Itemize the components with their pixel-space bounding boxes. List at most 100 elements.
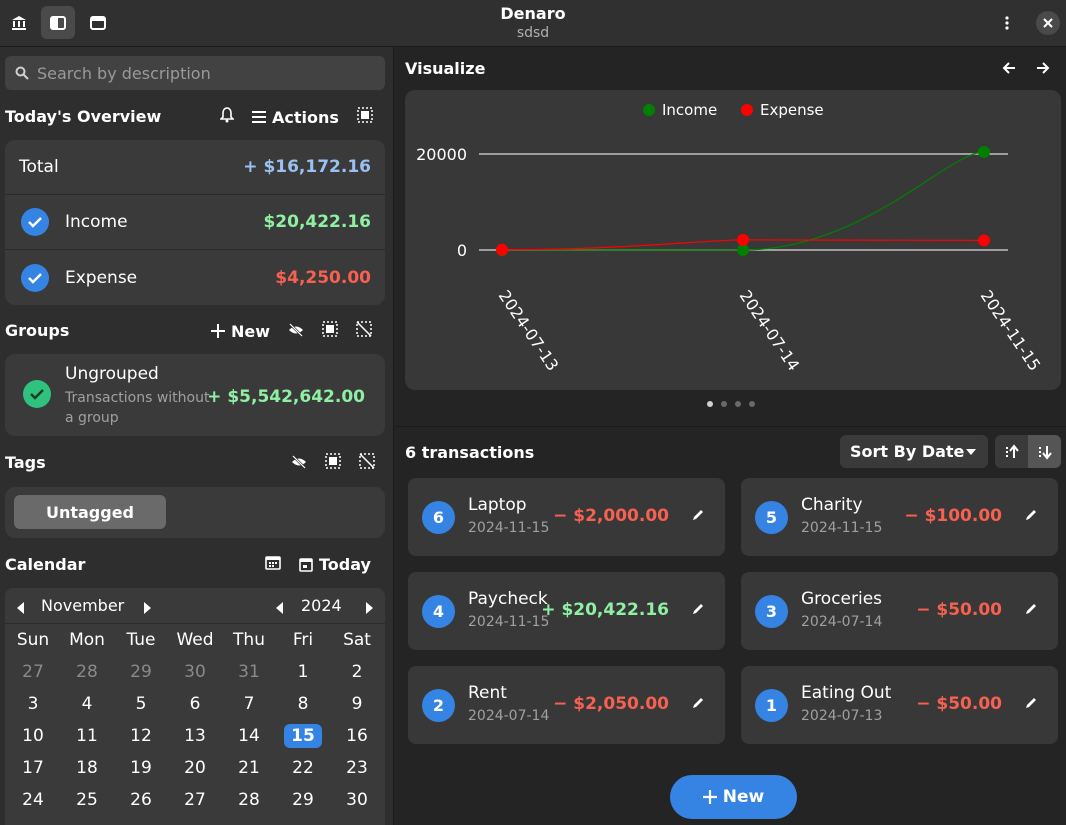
calendar-day[interactable]: 27: [6, 656, 60, 688]
calendar-day[interactable]: 5: [114, 688, 168, 720]
new-transaction-button[interactable]: New: [670, 775, 797, 819]
calendar-day[interactable]: 10: [6, 720, 60, 752]
groups-title: Groups: [5, 321, 70, 340]
income-checkbox[interactable]: [21, 208, 49, 236]
calendar-day[interactable]: 8: [276, 688, 330, 720]
edit-icon[interactable]: [1024, 507, 1038, 526]
actions-button[interactable]: Actions: [252, 108, 339, 127]
calendar-tools: Today: [265, 555, 371, 574]
today-button[interactable]: Today: [299, 555, 371, 574]
calendar-today-icon: [299, 557, 313, 572]
calendar-icon[interactable]: [265, 555, 281, 574]
calendar-day[interactable]: 25: [60, 784, 114, 816]
select-all-icon[interactable]: [357, 107, 373, 127]
calendar-day[interactable]: 7: [222, 688, 276, 720]
edit-icon[interactable]: [691, 695, 705, 714]
page-dot[interactable]: [720, 401, 727, 407]
calendar-day[interactable]: 9: [330, 688, 384, 720]
new-group-button[interactable]: New: [211, 322, 270, 341]
deselect-all-icon[interactable]: [359, 453, 375, 473]
calendar-day[interactable]: 20: [168, 752, 222, 784]
transaction-name: Rent: [468, 683, 507, 703]
edit-icon[interactable]: [1024, 601, 1038, 620]
selected-day-label: 15: [284, 724, 322, 748]
search-input[interactable]: Search by description: [5, 56, 385, 90]
actions-label: Actions: [272, 107, 339, 127]
calendar-day[interactable]: 4: [60, 688, 114, 720]
calendar-day[interactable]: 29: [276, 784, 330, 816]
arrow-left-icon[interactable]: [1002, 60, 1016, 79]
select-all-icon[interactable]: [325, 453, 341, 473]
select-all-icon[interactable]: [322, 321, 338, 341]
sort-descending-button[interactable]: [1028, 435, 1061, 468]
page-dot[interactable]: [748, 401, 755, 407]
group-card-ungrouped[interactable]: Ungrouped Transactions without a group +…: [5, 354, 385, 436]
transaction-card[interactable]: 2 Rent 2024-07-14 − $2,050.00: [408, 666, 725, 744]
calendar-day[interactable]: 28: [222, 784, 276, 816]
expense-amount: $4,250.00: [275, 267, 371, 288]
transaction-name: Laptop: [468, 495, 527, 515]
calendar-day[interactable]: 30: [330, 784, 384, 816]
calendar-day[interactable]: 31: [222, 656, 276, 688]
calendar-day[interactable]: 23: [330, 752, 384, 784]
section-divider: [395, 426, 1066, 427]
data-point-expense: [978, 234, 990, 247]
expense-checkbox[interactable]: [21, 263, 49, 292]
edit-icon[interactable]: [1024, 695, 1038, 714]
calendar-day[interactable]: 22: [276, 752, 330, 784]
app-window: Denaro sdsd Search by description Today'…: [0, 0, 1066, 825]
prev-month-icon[interactable]: [17, 599, 25, 618]
hide-icon[interactable]: [288, 322, 304, 341]
transaction-card[interactable]: 5 Charity 2024-11-15 − $100.00: [741, 478, 1058, 556]
calendar-day[interactable]: 11: [60, 720, 114, 752]
next-month-icon[interactable]: [143, 599, 151, 618]
tag-untagged-button[interactable]: Untagged: [14, 495, 166, 529]
menu-kebab-icon[interactable]: [990, 6, 1024, 39]
calendar-day-selected[interactable]: 15: [276, 720, 330, 752]
sort-ascending-button[interactable]: [995, 435, 1028, 468]
transaction-id-badge: 1: [755, 689, 788, 722]
calendar-day[interactable]: 13: [168, 720, 222, 752]
calendar-day[interactable]: 19: [114, 752, 168, 784]
calendar-day[interactable]: 21: [222, 752, 276, 784]
next-year-icon[interactable]: [365, 599, 373, 618]
transaction-card[interactable]: 4 Paycheck 2024-11-15 + $20,422.16: [408, 572, 725, 650]
page-dot[interactable]: [734, 401, 741, 407]
prev-year-icon[interactable]: [276, 599, 284, 618]
calendar-day[interactable]: 27: [168, 784, 222, 816]
calendar-day[interactable]: 26: [114, 784, 168, 816]
weekday-sun: Sun: [16, 630, 50, 650]
calendar-day[interactable]: 28: [60, 656, 114, 688]
calendar-day[interactable]: 24: [6, 784, 60, 816]
x-tick-label: 2024-07-14: [736, 287, 804, 375]
calendar-day[interactable]: 18: [60, 752, 114, 784]
transaction-card[interactable]: 3 Groceries 2024-07-14 − $50.00: [741, 572, 1058, 650]
calendar-day[interactable]: 2: [330, 656, 384, 688]
calendar-day[interactable]: 14: [222, 720, 276, 752]
page-dot-active[interactable]: [706, 401, 713, 407]
overview-expense-row: Expense $4,250.00: [5, 250, 385, 305]
close-icon[interactable]: [1036, 11, 1060, 35]
transaction-name: Charity: [801, 495, 863, 515]
calendar-day[interactable]: 6: [168, 688, 222, 720]
calendar-day[interactable]: 3: [6, 688, 60, 720]
group-checkbox[interactable]: [23, 380, 51, 408]
deselect-all-icon[interactable]: [356, 321, 372, 341]
edit-icon[interactable]: [691, 601, 705, 620]
edit-icon[interactable]: [691, 507, 705, 526]
calendar-day[interactable]: 16: [330, 720, 384, 752]
sort-dropdown[interactable]: Sort By Date: [840, 435, 988, 468]
transaction-card[interactable]: 1 Eating Out 2024-07-13 − $50.00: [741, 666, 1058, 744]
calendar-day[interactable]: 17: [6, 752, 60, 784]
calendar-day[interactable]: 12: [114, 720, 168, 752]
sort-ascending-icon: [1005, 443, 1019, 458]
calendar-day[interactable]: 29: [114, 656, 168, 688]
bell-icon[interactable]: [219, 107, 235, 127]
weekday-fri: Fri: [292, 630, 314, 650]
hide-icon[interactable]: [291, 454, 307, 473]
transaction-card[interactable]: 6 Laptop 2024-11-15 − $2,000.00: [408, 478, 725, 556]
calendar-day[interactable]: 30: [168, 656, 222, 688]
arrow-right-icon[interactable]: [1036, 60, 1050, 79]
legend-marker-expense: [741, 104, 753, 116]
calendar-day[interactable]: 1: [276, 656, 330, 688]
